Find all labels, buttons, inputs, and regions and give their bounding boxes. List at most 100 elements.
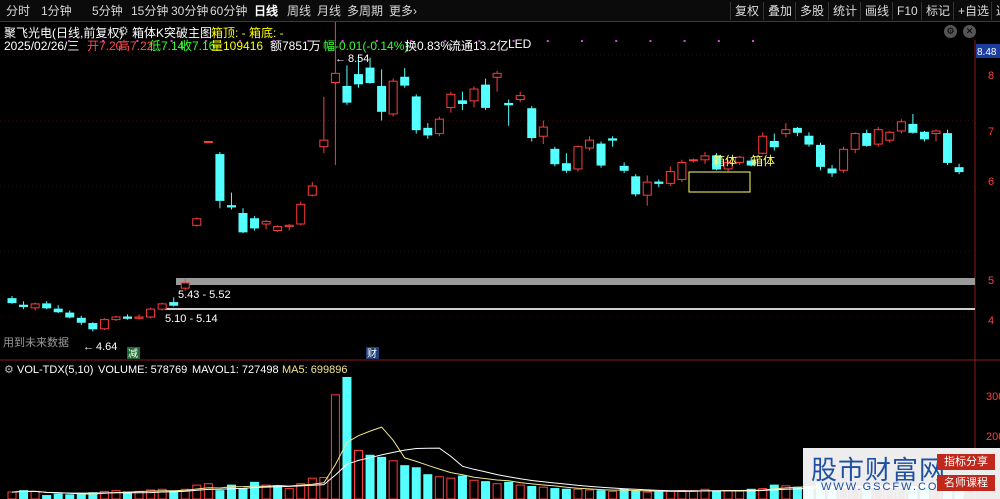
candle[interactable] [65, 310, 75, 319]
candle[interactable] [434, 116, 444, 137]
candle[interactable] [850, 132, 860, 154]
volume-bar[interactable] [631, 490, 641, 499]
tab-5min[interactable]: 5分钟 [92, 3, 123, 19]
candle[interactable] [226, 192, 236, 210]
candle[interactable] [550, 146, 560, 167]
draw-line-button[interactable]: 画线 [860, 2, 892, 20]
candle[interactable] [400, 68, 410, 88]
candle[interactable] [515, 91, 525, 103]
volume-bar[interactable] [330, 394, 340, 499]
volume-bar[interactable] [42, 495, 52, 499]
volume-bar[interactable] [457, 475, 467, 499]
candle[interactable] [203, 140, 213, 143]
candle[interactable] [446, 91, 456, 113]
candle[interactable] [919, 130, 929, 142]
candle[interactable] [700, 151, 710, 164]
tab-monthly[interactable]: 月线 [317, 3, 341, 19]
tab-30min[interactable]: 30分钟 [171, 3, 208, 19]
candle[interactable] [146, 307, 156, 319]
candle[interactable] [42, 301, 52, 310]
volume-bar[interactable] [411, 467, 421, 499]
mark-button[interactable]: 标记 [921, 2, 953, 20]
tab-fenshi[interactable]: 分时 [6, 3, 30, 19]
add-watchlist-button[interactable]: +自选 [953, 2, 991, 20]
candle[interactable] [538, 120, 548, 145]
adjust-button[interactable]: 复权 [730, 2, 762, 20]
volume-bar[interactable] [481, 481, 491, 499]
candle[interactable] [792, 127, 802, 137]
candle[interactable] [862, 129, 872, 147]
candle[interactable] [457, 91, 467, 111]
volume-bar[interactable] [30, 490, 40, 499]
candle[interactable] [30, 302, 40, 311]
volume-bar[interactable] [492, 483, 502, 499]
candle[interactable] [273, 225, 283, 232]
more-arrow-icon[interactable]: › [413, 3, 417, 19]
candle[interactable] [296, 201, 306, 226]
candle[interactable] [250, 216, 260, 231]
f10-button[interactable]: F10 [892, 2, 921, 20]
volume-bar[interactable] [712, 490, 722, 499]
candle[interactable] [123, 314, 132, 320]
candle[interactable] [677, 159, 687, 183]
volume-bar[interactable] [769, 484, 779, 499]
candle[interactable] [804, 132, 814, 147]
candle[interactable] [561, 153, 571, 173]
candle[interactable] [769, 133, 779, 151]
candle[interactable] [642, 175, 652, 206]
candle[interactable] [665, 166, 675, 186]
volume-bar[interactable] [319, 476, 329, 499]
volume-bar[interactable] [215, 490, 225, 499]
volume-bar[interactable] [515, 484, 525, 499]
volume-bar[interactable] [238, 488, 248, 499]
candle[interactable] [99, 318, 109, 331]
tab-daily[interactable]: 日线 [254, 3, 278, 19]
candle[interactable] [827, 165, 837, 177]
candle[interactable] [573, 145, 583, 172]
candle[interactable] [839, 146, 849, 173]
volume-bar[interactable] [538, 486, 548, 499]
volume-bar[interactable] [192, 484, 202, 499]
volume-bar[interactable] [284, 488, 294, 499]
tab-1min[interactable]: 1分钟 [41, 3, 72, 19]
volume-bar[interactable] [434, 476, 444, 499]
tab-60min[interactable]: 60分钟 [210, 3, 247, 19]
candle[interactable] [931, 129, 941, 142]
candle[interactable] [608, 136, 618, 147]
volume-bar[interactable] [642, 491, 652, 499]
candle[interactable] [388, 78, 398, 117]
volume-bar[interactable] [365, 454, 375, 499]
candle[interactable] [527, 106, 537, 142]
candle[interactable] [192, 217, 202, 227]
candle[interactable] [943, 129, 953, 166]
candle[interactable] [504, 99, 514, 126]
volume-bar[interactable] [446, 477, 456, 499]
candle[interactable] [688, 158, 698, 163]
candle[interactable] [284, 223, 294, 231]
candle[interactable] [596, 141, 606, 168]
volume-bar[interactable] [342, 376, 352, 499]
volume-bar[interactable] [354, 449, 363, 499]
candle[interactable] [873, 127, 883, 147]
vol-gear-icon[interactable]: ⚙ [4, 364, 14, 376]
candle[interactable] [885, 130, 895, 143]
volume-bar[interactable] [169, 490, 179, 499]
candle[interactable] [492, 70, 502, 92]
candle[interactable] [134, 314, 144, 320]
volume-bar[interactable] [654, 491, 664, 499]
candle[interactable] [816, 142, 825, 171]
candle[interactable] [238, 208, 248, 234]
volume-bar[interactable] [273, 485, 283, 499]
volume-bar[interactable] [665, 490, 675, 499]
candle[interactable] [481, 78, 491, 111]
candle[interactable] [908, 113, 918, 134]
candle[interactable] [111, 315, 121, 321]
candle[interactable] [53, 305, 63, 314]
candle[interactable] [411, 94, 421, 134]
overlay-button[interactable]: 叠加 [763, 2, 795, 20]
candle[interactable] [896, 119, 906, 134]
volume-bar[interactable] [423, 474, 433, 499]
back-button[interactable]: 返回 [991, 2, 1000, 20]
candle[interactable] [781, 123, 791, 138]
candle[interactable] [7, 296, 17, 304]
